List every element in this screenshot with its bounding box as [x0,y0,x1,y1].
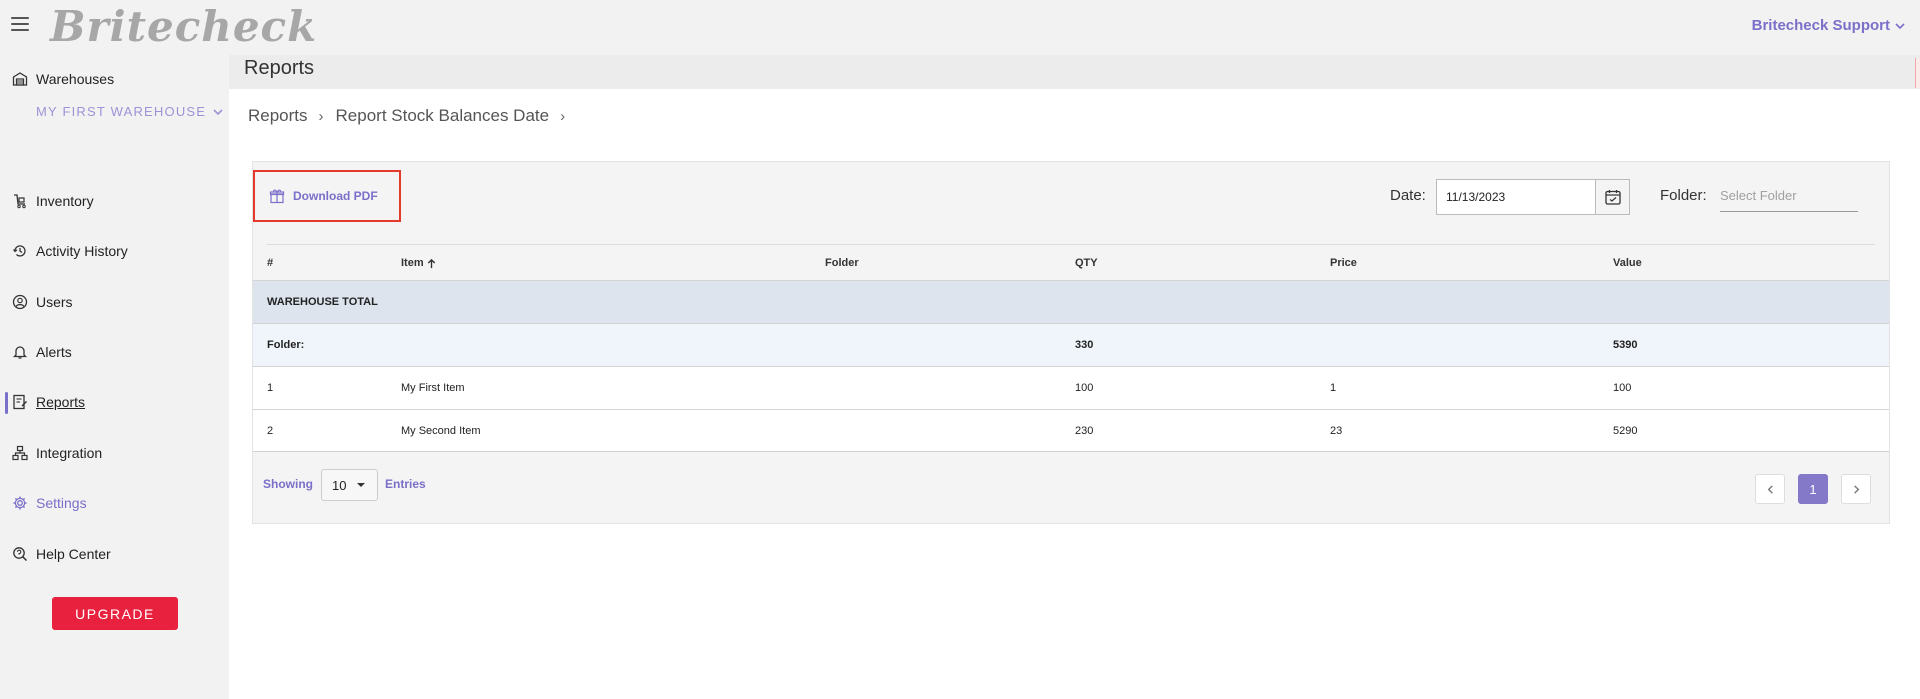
warehouse-total-row: WAREHOUSE TOTAL [253,280,1889,323]
chevron-right-icon: › [560,107,566,125]
sidebar-item-help-center[interactable]: Help Center [12,542,111,566]
folder-select[interactable] [1720,180,1858,212]
next-page-button[interactable] [1841,474,1871,504]
sort-ascending-icon [427,258,435,268]
row-value: 100 [1613,382,1632,394]
history-icon [13,245,26,257]
sidebar-item-warehouses[interactable]: Warehouses [12,67,114,91]
report-panel: Download PDF Date: Folder: # Item Folder… [252,161,1890,524]
inventory-icon [14,194,26,209]
warehouse-selector[interactable]: MY FIRST WAREHOUSE [36,104,224,119]
table-row[interactable]: 1 My First Item 100 1 100 [253,366,1889,409]
edge-marker [1915,58,1920,88]
chevron-down-icon [213,108,223,115]
hamburger-menu-icon[interactable] [11,17,29,31]
row-qty: 100 [1075,382,1094,394]
column-header-value[interactable]: Value [1613,257,1642,269]
download-pdf-button[interactable]: Download PDF [253,170,401,222]
column-header-price[interactable]: Price [1330,257,1357,269]
column-header-item-label: Item [401,257,424,269]
user-icon [12,294,28,310]
page-size-select[interactable]: 10 [321,469,378,501]
sidebar-item-alerts[interactable]: Alerts [12,340,72,364]
warehouse-total-label: WAREHOUSE TOTAL [267,296,378,308]
sidebar-item-users[interactable]: Users [12,290,73,314]
row-number: 1 [267,382,274,394]
sidebar-item-label: Reports [36,394,86,410]
sidebar-item-activity-history[interactable]: Activity History [12,239,128,263]
active-indicator [5,392,8,414]
chevron-right-icon [1853,484,1859,494]
folder-total-value: 5390 [1613,339,1638,351]
page-header: Reports [229,55,1920,89]
sidebar-item-label: Inventory [36,193,94,209]
entries-label: Entries [385,477,426,491]
sidebar-item-label: Alerts [36,344,72,360]
column-header-folder[interactable]: Folder [825,257,859,269]
sidebar-item-label: Integration [36,445,103,461]
sidebar-item-settings[interactable]: Settings [12,491,87,515]
report-icon [13,394,27,410]
chevron-down-icon [1895,22,1905,29]
table-row[interactable]: 2 My Second Item 230 23 5290 [253,409,1889,452]
row-item: My First Item [401,382,465,394]
sidebar-item-label: Activity History [36,243,128,259]
date-label: Date: [1390,187,1426,204]
row-qty: 230 [1075,425,1094,437]
integration-icon [12,445,28,461]
folder-total-qty: 330 [1075,339,1094,351]
page-size-value: 10 [332,477,347,493]
gear-icon [13,496,27,510]
bell-icon [12,346,28,359]
previous-page-button[interactable] [1755,474,1785,504]
row-item: My Second Item [401,425,481,437]
app-logo[interactable]: Britecheck [50,2,317,51]
folder-total-label: Folder: [267,339,305,351]
sidebar-item-label: Users [36,294,73,310]
row-price: 23 [1330,425,1343,437]
table-header: # Item Folder QTY Price Value [267,244,1875,280]
chevron-right-icon: › [318,107,324,125]
upgrade-button[interactable]: UPGRADE [52,597,178,630]
download-pdf-label: Download PDF [293,189,378,203]
sidebar-item-label: Help Center [36,546,111,562]
report-table: # Item Folder QTY Price Value WAREHOUSE … [253,244,1889,452]
row-number: 2 [267,425,274,437]
folder-total-row: Folder: 330 5390 [253,323,1889,366]
folder-label: Folder: [1660,187,1707,204]
column-header-item[interactable]: Item [401,257,437,269]
sidebar-item-inventory[interactable]: Inventory [12,189,94,213]
sidebar-item-reports[interactable]: Reports [12,390,85,414]
breadcrumb-item-reports[interactable]: Reports [248,106,308,126]
sidebar-item-label: Warehouses [36,71,115,87]
sidebar-item-label: Settings [36,495,87,511]
chevron-left-icon [1767,484,1773,494]
top-bar: Britecheck Britecheck Support [0,0,1920,55]
gift-icon [269,189,285,204]
showing-label: Showing [263,477,313,491]
page-title: Reports [244,57,315,79]
column-header-qty[interactable]: QTY [1075,257,1098,269]
sidebar: Warehouses MY FIRST WAREHOUSE Inventory … [0,55,229,699]
page-button-current[interactable]: 1 [1798,474,1828,504]
warehouse-icon [12,72,28,86]
row-value: 5290 [1613,425,1638,437]
calendar-icon [1604,190,1621,205]
warehouse-selector-label: MY FIRST WAREHOUSE [36,104,207,119]
date-input[interactable] [1436,179,1596,215]
user-menu[interactable]: Britecheck Support [1752,17,1906,34]
caret-down-icon [357,483,366,487]
row-price: 1 [1330,382,1337,394]
column-header-num[interactable]: # [267,257,273,269]
help-icon [13,547,28,562]
calendar-button[interactable] [1595,179,1630,215]
sidebar-item-integration[interactable]: Integration [12,441,102,465]
user-menu-label: Britecheck Support [1751,17,1890,34]
breadcrumb-item-report[interactable]: Report Stock Balances Date [336,106,550,126]
breadcrumb: Reports › Report Stock Balances Date › [248,106,577,126]
